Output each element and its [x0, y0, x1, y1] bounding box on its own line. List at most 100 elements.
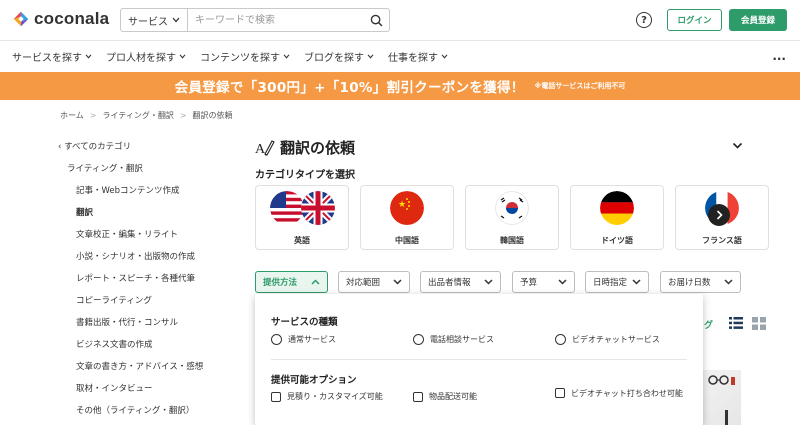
korea-flag-icon	[495, 191, 529, 225]
grid-view-icon[interactable]	[752, 317, 766, 330]
service-thumbnail[interactable]	[703, 370, 741, 425]
chevron-down-icon	[558, 279, 567, 285]
filter-label: 出品者情報	[428, 278, 471, 288]
radio-circle-icon	[413, 334, 424, 345]
sidebar-item-copywriting[interactable]: コピーライティング	[58, 295, 243, 317]
checkbox-estimate-customize[interactable]: 見積り・カスタマイズ可能	[271, 391, 383, 402]
radio-normal-service[interactable]: 通常サービス	[271, 334, 336, 345]
search-button[interactable]	[363, 14, 389, 27]
sort-link[interactable]: グ	[704, 318, 713, 331]
category-card-label: 中国語	[395, 236, 419, 245]
nav-item-find-jobs[interactable]: 仕事を探す	[388, 49, 448, 64]
category-card-english[interactable]: 英語	[255, 185, 349, 250]
filter-scope[interactable]: 対応範囲	[338, 271, 410, 293]
filter-date[interactable]: 日時指定	[585, 271, 649, 293]
glasses-image-icon	[708, 375, 735, 425]
sidebar-parent-category[interactable]: ライティング・翻訳	[58, 163, 243, 185]
filter-label: 予算	[520, 278, 538, 288]
filter-seller-info[interactable]: 出品者情報	[420, 271, 501, 293]
coconala-logo-icon	[13, 11, 29, 27]
category-card-german[interactable]: ドイツ語	[570, 185, 664, 250]
checkbox-video-meeting[interactable]: ビデオチャット打ち合わせ可能	[555, 388, 685, 398]
nav-item-label: コンテンツを探す	[200, 53, 280, 64]
search-input[interactable]	[188, 9, 363, 31]
chevron-down-icon	[367, 54, 374, 59]
radio-label: 通常サービス	[288, 335, 336, 344]
promo-banner[interactable]: 会員登録で「300円」+「10%」割引クーポンを獲得！ ※電話サービスはご利用不…	[0, 72, 800, 100]
checkbox-icon	[271, 391, 281, 402]
checkbox-label: ビデオチャット打ち合わせ可能	[571, 388, 683, 398]
category-type-heading: カテゴリタイプを選択	[255, 170, 355, 181]
filter-label: 日時指定	[593, 278, 628, 288]
nav-item-find-pros[interactable]: プロ人材を探す	[106, 49, 186, 64]
checkbox-shipping[interactable]: 物品配送可能	[413, 391, 477, 402]
help-icon-glyph: ?	[641, 14, 647, 26]
chevron-down-icon	[484, 279, 493, 285]
filter-label: お届け日数	[668, 278, 711, 288]
login-button[interactable]: ログイン	[667, 9, 722, 31]
sidebar-item-articles[interactable]: 記事・Webコンテンツ作成	[58, 185, 243, 207]
radio-video-chat-service[interactable]: ビデオチャットサービス	[555, 334, 660, 345]
radio-phone-service[interactable]: 電話相談サービス	[413, 334, 494, 345]
chevron-down-icon[interactable]	[732, 142, 743, 150]
checkbox-icon	[413, 391, 423, 402]
sidebar-item-reports[interactable]: レポート・スピーチ・各種代筆	[58, 273, 243, 295]
sidebar-back-label: すべてのカテゴリ	[64, 142, 132, 152]
category-card-label: ドイツ語	[601, 236, 633, 245]
search-bar: サービス	[120, 8, 390, 32]
nav-item-find-services[interactable]: サービスを探す	[12, 49, 92, 64]
sidebar-item-other[interactable]: その他（ライティング・翻訳）	[58, 405, 243, 425]
chevron-down-icon	[179, 54, 186, 59]
breadcrumb-writing[interactable]: ライティング・翻訳	[102, 110, 173, 121]
writing-pen-icon: A	[255, 140, 275, 156]
sidebar-item-proofreading[interactable]: 文章校正・編集・リライト	[58, 229, 243, 251]
category-card-label: フランス語	[702, 236, 742, 245]
chevron-down-icon	[283, 54, 290, 59]
help-icon[interactable]: ?	[636, 12, 652, 28]
list-view-icon[interactable]	[729, 317, 743, 329]
service-type-heading: サービスの種類	[271, 317, 338, 328]
carousel-next-button[interactable]	[708, 204, 730, 226]
page-title: 翻訳の依頼	[280, 138, 356, 157]
logo-text: coconala	[34, 9, 110, 28]
category-card-korean[interactable]: 韓国語	[465, 185, 559, 250]
germany-flag-icon	[600, 191, 634, 225]
chevron-down-icon	[85, 54, 92, 59]
chevron-left-icon: ‹	[58, 142, 62, 152]
nav-item-find-contents[interactable]: コンテンツを探す	[200, 49, 290, 64]
chevron-down-icon	[172, 17, 180, 23]
sidebar-back-link[interactable]: ‹ すべてのカテゴリ	[58, 141, 243, 163]
sidebar-item-business-docs[interactable]: ビジネス文書の作成	[58, 339, 243, 361]
sidebar-item-interviews[interactable]: 取材・インタビュー	[58, 383, 243, 405]
sidebar-item-novels[interactable]: 小説・シナリオ・出版物の作成	[58, 251, 243, 273]
radio-label: ビデオチャットサービス	[572, 335, 660, 344]
china-flag-icon: ★	[390, 191, 424, 225]
us-flag-icon	[269, 191, 304, 225]
delivery-method-dropdown: サービスの種類 通常サービス 電話相談サービス ビデオチャットサービス 提供可能…	[255, 294, 703, 425]
filter-budget[interactable]: 予算	[512, 271, 575, 293]
nav-item-label: サービスを探す	[12, 53, 82, 64]
checkbox-label: 物品配送可能	[429, 392, 477, 401]
chevron-down-icon	[441, 54, 448, 59]
sidebar-item-writing-advice[interactable]: 文章の書き方・アドバイス・感想	[58, 361, 243, 383]
register-button[interactable]: 会員登録	[729, 9, 787, 31]
category-card-chinese[interactable]: ★ 中国語	[360, 185, 454, 250]
nav-item-find-blogs[interactable]: ブログを探す	[304, 49, 374, 64]
chevron-up-icon	[311, 279, 320, 285]
filter-delivery-days[interactable]: お届け日数	[660, 271, 741, 293]
sidebar-item-publishing[interactable]: 書籍出版・代行・コンサル	[58, 317, 243, 339]
breadcrumb-separator-icon: >	[179, 111, 187, 120]
global-nav: サービスを探す プロ人材を探す コンテンツを探す ブログを探す 仕事を探す ..…	[0, 41, 800, 72]
sidebar-item-translation[interactable]: 翻訳	[58, 207, 243, 229]
breadcrumb-home[interactable]: ホーム	[60, 110, 84, 121]
search-category-label: サービス	[128, 16, 168, 28]
more-menu-icon[interactable]: ...	[772, 50, 786, 62]
filter-delivery-method[interactable]: 提供方法	[255, 271, 328, 293]
uk-flag-icon	[300, 191, 335, 225]
promo-banner-note: ※電話サービスはご利用不可	[534, 82, 626, 90]
logo[interactable]: coconala	[12, 9, 109, 29]
checkbox-icon	[555, 388, 565, 398]
search-category-select[interactable]: サービス	[121, 9, 188, 31]
page-title-row: A 翻訳の依頼	[255, 137, 745, 157]
promo-banner-text: 会員登録で「300円」+「10%」割引クーポンを獲得！	[174, 80, 525, 96]
